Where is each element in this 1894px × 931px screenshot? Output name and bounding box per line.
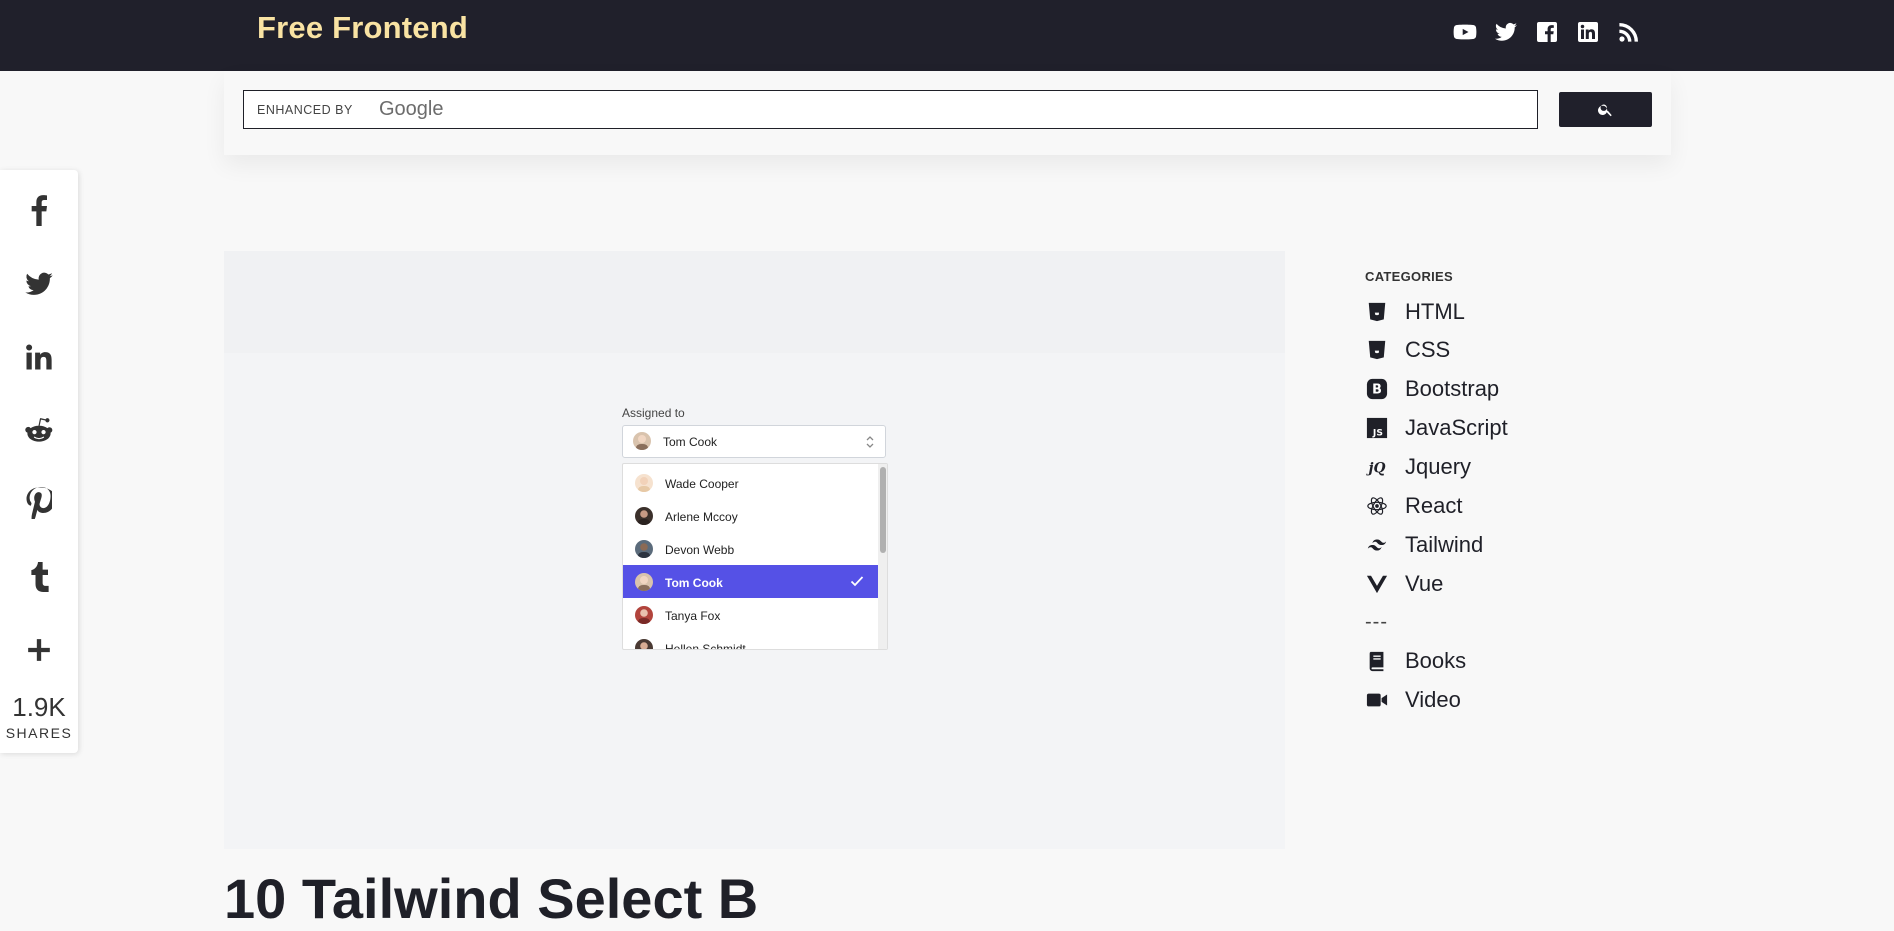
category-label: Video bbox=[1405, 687, 1461, 712]
category-video[interactable]: Video bbox=[1365, 685, 1461, 715]
categories-heading: CATEGORIES bbox=[1365, 269, 1453, 284]
top-navbar: Free Frontend bbox=[0, 0, 1894, 71]
rss-icon[interactable] bbox=[1616, 19, 1642, 45]
category-separator: --- bbox=[1365, 611, 1388, 633]
twitter-icon bbox=[25, 272, 53, 295]
options-list[interactable]: Wade Cooper Arlene Mccoy Devon Webb Tom … bbox=[622, 463, 888, 650]
video-camera-icon bbox=[1365, 688, 1389, 712]
category-vue[interactable]: Vue bbox=[1365, 569, 1443, 599]
option-name: Hellen Schmidt bbox=[665, 642, 746, 650]
linkedin-icon[interactable] bbox=[1575, 19, 1601, 45]
avatar bbox=[635, 606, 653, 624]
categories-sidebar: CATEGORIES HTML CSS B Bootstrap JS JavaS… bbox=[1318, 248, 1671, 728]
header-social-links bbox=[1452, 19, 1642, 45]
category-label: HTML bbox=[1405, 299, 1465, 324]
search-button[interactable] bbox=[1559, 92, 1652, 127]
facebook-icon[interactable] bbox=[1534, 19, 1560, 45]
share-sidebar: 1.9K SHARES bbox=[0, 170, 78, 753]
jquery-icon: jQ bbox=[1365, 455, 1389, 479]
category-label: Bootstrap bbox=[1405, 376, 1500, 401]
assignee-select[interactable]: Tom Cook bbox=[622, 425, 886, 458]
share-twitter-button[interactable] bbox=[0, 264, 78, 304]
react-icon bbox=[1365, 494, 1389, 518]
scrollbar-track[interactable] bbox=[878, 464, 887, 649]
twitter-icon[interactable] bbox=[1493, 19, 1519, 45]
enhanced-by-label: ENHANCED BY bbox=[257, 103, 353, 117]
tailwind-icon bbox=[1365, 533, 1389, 557]
select-label: Assigned to bbox=[622, 406, 685, 420]
pinterest-icon bbox=[26, 487, 52, 519]
avatar bbox=[633, 432, 651, 450]
category-javascript[interactable]: JS JavaScript bbox=[1365, 413, 1508, 443]
option-name: Devon Webb bbox=[665, 543, 735, 557]
list-item[interactable]: Hellen Schmidt bbox=[623, 631, 878, 650]
category-label: React bbox=[1405, 493, 1463, 518]
option-name: Wade Cooper bbox=[665, 477, 739, 491]
avatar bbox=[635, 540, 653, 558]
category-tailwind[interactable]: Tailwind bbox=[1365, 530, 1483, 560]
linkedin-icon bbox=[26, 344, 52, 370]
site-logo[interactable]: Free Frontend bbox=[257, 10, 468, 46]
category-bootstrap[interactable]: B Bootstrap bbox=[1365, 374, 1499, 404]
share-more-button[interactable] bbox=[0, 630, 78, 670]
search-input[interactable]: ENHANCED BY Google bbox=[243, 90, 1538, 129]
facebook-icon bbox=[31, 195, 47, 226]
category-react[interactable]: React bbox=[1365, 491, 1462, 521]
share-label: SHARES bbox=[5, 725, 73, 741]
avatar bbox=[635, 639, 653, 649]
plus-icon bbox=[28, 639, 50, 661]
option-name: Arlene Mccoy bbox=[665, 510, 738, 524]
svg-text:JS: JS bbox=[1372, 427, 1383, 438]
article-title: 10 Tailwind Select B bbox=[224, 867, 759, 930]
selector-icon bbox=[866, 436, 874, 448]
share-linkedin-button[interactable] bbox=[0, 337, 78, 377]
category-label: Jquery bbox=[1405, 454, 1472, 479]
vue-icon bbox=[1365, 572, 1389, 596]
category-books[interactable]: Books bbox=[1365, 646, 1466, 676]
search-icon bbox=[1598, 104, 1612, 117]
check-icon bbox=[850, 576, 864, 587]
youtube-icon[interactable] bbox=[1452, 19, 1478, 45]
share-pinterest-button[interactable] bbox=[0, 483, 78, 523]
css3-icon bbox=[1365, 338, 1389, 362]
category-label: Books bbox=[1405, 648, 1467, 673]
list-item-selected[interactable]: Tom Cook bbox=[623, 565, 878, 598]
scrollbar-thumb[interactable] bbox=[880, 467, 886, 553]
list-item[interactable]: Tanya Fox bbox=[623, 598, 878, 631]
category-label: JavaScript bbox=[1405, 415, 1508, 440]
html5-icon bbox=[1365, 300, 1389, 324]
book-icon bbox=[1365, 649, 1389, 673]
bootstrap-icon: B bbox=[1365, 377, 1389, 401]
google-logo: Google bbox=[379, 98, 444, 120]
list-item[interactable]: Devon Webb bbox=[623, 532, 878, 565]
share-reddit-button[interactable] bbox=[0, 410, 78, 450]
selected-value: Tom Cook bbox=[663, 435, 718, 449]
svg-text:B: B bbox=[1372, 383, 1382, 398]
category-html[interactable]: HTML bbox=[1365, 297, 1465, 327]
option-name: Tanya Fox bbox=[665, 609, 721, 623]
category-label: Tailwind bbox=[1405, 532, 1484, 557]
svg-text:jQ: jQ bbox=[1366, 461, 1385, 477]
reddit-icon bbox=[25, 418, 53, 442]
search-card: ENHANCED BY Google bbox=[224, 71, 1671, 155]
avatar bbox=[635, 474, 653, 492]
avatar bbox=[635, 507, 653, 525]
category-css[interactable]: CSS bbox=[1365, 335, 1450, 365]
category-jquery[interactable]: jQ Jquery bbox=[1365, 452, 1471, 482]
list-item[interactable]: Wade Cooper bbox=[623, 466, 878, 499]
avatar bbox=[635, 573, 653, 591]
option-name: Tom Cook bbox=[665, 576, 723, 590]
share-facebook-button[interactable] bbox=[0, 190, 78, 230]
demo-preview: Assigned to Tom Cook Wade Cooper Arlene … bbox=[224, 251, 1285, 849]
preview-top-band bbox=[224, 251, 1285, 353]
category-label: Vue bbox=[1405, 571, 1444, 596]
list-item[interactable]: Arlene Mccoy bbox=[623, 499, 878, 532]
share-count: 1.9K bbox=[12, 692, 66, 722]
share-tumblr-button[interactable] bbox=[0, 557, 78, 597]
category-label: CSS bbox=[1405, 337, 1451, 362]
javascript-icon: JS bbox=[1365, 416, 1389, 440]
tumblr-icon bbox=[31, 562, 49, 592]
